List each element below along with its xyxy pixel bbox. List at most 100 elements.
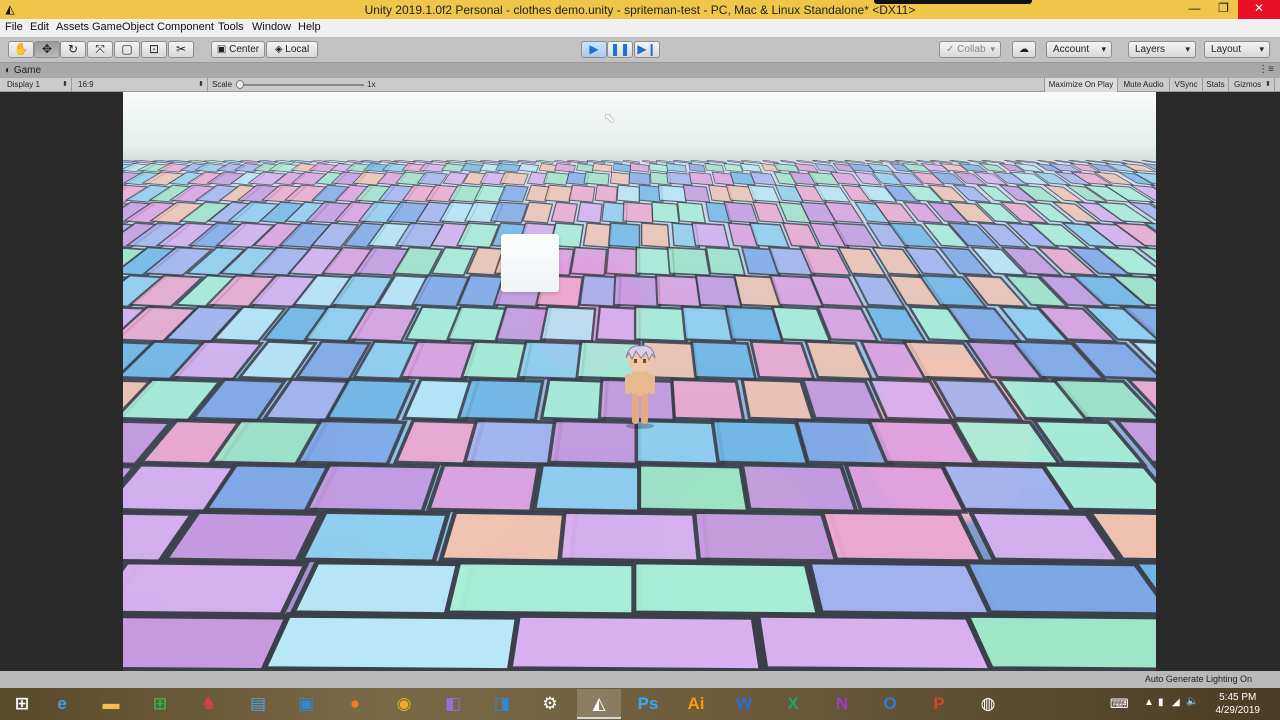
move-tool-icon[interactable]: ✥ (34, 41, 60, 58)
floor-tile (676, 201, 707, 224)
mute-audio-toggle[interactable]: Mute Audio (1118, 78, 1170, 92)
tab-game[interactable]: ◐ Game (5, 63, 41, 78)
clock[interactable]: 5:45 PM 4/29/2019 (1216, 691, 1261, 717)
account-dropdown[interactable]: Account (1046, 41, 1112, 58)
floor-tile (592, 163, 613, 173)
rotate-tool-icon[interactable]: ↻ (60, 41, 86, 58)
floor-tile (706, 160, 728, 164)
file-explorer-icon[interactable]: ▬ (89, 689, 133, 719)
obs-icon[interactable]: ◍ (966, 689, 1010, 719)
onenote-icon[interactable]: N (820, 689, 864, 719)
powerpoint-icon[interactable]: P (917, 689, 961, 719)
chrome-icon[interactable]: ◉ (382, 689, 426, 719)
floor-tile (517, 163, 540, 173)
stats-toggle[interactable]: Stats (1203, 78, 1229, 92)
gizmos-dropdown[interactable]: Gizmos (1229, 78, 1275, 92)
layout-dropdown[interactable]: Layout (1204, 41, 1270, 58)
layers-dropdown[interactable]: Layers (1128, 41, 1196, 58)
app-icon-red[interactable]: ♞ (187, 689, 231, 719)
floor-tile (642, 160, 658, 164)
gizmos-label: Gizmos (1234, 80, 1262, 89)
menu-tools[interactable]: Tools (218, 21, 244, 33)
windows-start-icon[interactable]: ⊞ (0, 689, 44, 719)
rect-tool-icon[interactable]: ▢ (114, 41, 140, 58)
floor-tile (637, 462, 751, 514)
photoshop-icon[interactable]: Ps (626, 689, 670, 719)
floor-tile (123, 559, 311, 618)
menu-help[interactable]: Help (298, 21, 321, 33)
skybox (123, 92, 1156, 167)
network-icon[interactable]: ◢ (1172, 697, 1180, 708)
vsync-toggle[interactable]: VSync (1170, 78, 1203, 92)
floor-tile (576, 163, 595, 173)
pause-button[interactable]: ❚❚ (607, 41, 633, 58)
pivot-space-button[interactable]: ◈ Local (266, 41, 318, 58)
maximize-on-play-toggle[interactable]: Maximize On Play (1044, 78, 1118, 92)
floor-tile (568, 184, 596, 203)
mouse-cursor-icon: ⬉ (604, 110, 615, 125)
white-cube (501, 234, 559, 292)
main-toolbar: ✋ ✥ ↻ ⤧ ▢ ⊡ ✂ ▣ Center ◈ Local ▶ ❚❚ ▶❙ ✓… (0, 37, 1280, 63)
scale-slider-handle[interactable] (236, 80, 244, 89)
tray-expand-icon[interactable]: ▲ (1144, 697, 1154, 708)
minimize-button[interactable]: — (1180, 0, 1209, 19)
play-button[interactable]: ▶ (581, 41, 607, 58)
notepad-icon[interactable]: ▤ (236, 689, 280, 719)
floor-tile (628, 171, 651, 186)
vscode-icon[interactable]: ◨ (480, 689, 524, 719)
maximize-button[interactable]: ❐ (1209, 0, 1238, 19)
game-viewport[interactable]: ⬉ (123, 92, 1156, 671)
step-button[interactable]: ▶❙ (634, 41, 660, 58)
cloud-icon[interactable]: ☁ (1012, 41, 1036, 58)
display-dropdown[interactable]: Display 1 (0, 78, 72, 92)
tab-game-label: Game (13, 65, 42, 76)
menu-edit[interactable]: Edit (30, 21, 49, 33)
floor-tile (803, 339, 874, 381)
floor-tile (640, 222, 671, 249)
collab-button[interactable]: ✓ Collab (939, 41, 1001, 58)
keyboard-icon[interactable]: ⌨ (1110, 696, 1129, 712)
remote-desktop-icon[interactable]: ▣ (284, 689, 328, 719)
firefox-icon[interactable]: ● (333, 689, 377, 719)
visual-studio-icon[interactable]: ◧ (431, 689, 475, 719)
scale-slider-track[interactable] (240, 84, 364, 86)
menu-component[interactable]: Component (157, 21, 214, 33)
tab-menu-icon[interactable]: ⋮≡ (1258, 64, 1274, 75)
volume-icon[interactable]: 🔈 (1186, 696, 1198, 707)
game-tab-icon: ◐ (5, 65, 14, 76)
unity-icon[interactable]: ◭ (577, 689, 621, 719)
game-tab-bar: ◐ Game ⋮≡ (0, 63, 1280, 78)
store-icon[interactable]: ⊞ (138, 689, 182, 719)
hand-tool-icon[interactable]: ✋ (8, 41, 34, 58)
transform-tool-icon[interactable]: ⊡ (141, 41, 167, 58)
floor-tile (554, 163, 576, 173)
menu-window[interactable]: Window (252, 21, 291, 33)
close-button[interactable]: ✕ (1238, 0, 1280, 19)
internet-explorer-icon[interactable]: e (40, 689, 84, 719)
menu-assets[interactable]: Assets (56, 21, 89, 33)
aspect-dropdown[interactable]: 16:9 (72, 78, 208, 92)
floor-tile (704, 163, 725, 173)
scale-tool-icon[interactable]: ⤧ (87, 41, 113, 58)
power-icon[interactable]: ▮ (1158, 697, 1164, 708)
menu-file[interactable]: File (5, 21, 23, 33)
custom-tool-icon[interactable]: ✂ (168, 41, 194, 58)
excel-icon[interactable]: X (771, 689, 815, 719)
floor-tile (594, 184, 618, 203)
floor-tile (516, 160, 537, 164)
floor-tile (691, 222, 731, 249)
space-icon: ◈ (274, 44, 286, 55)
floor-tile (651, 201, 680, 224)
menu-gameobject[interactable]: GameObject (92, 21, 154, 33)
floor-tile (359, 160, 383, 164)
outlook-icon[interactable]: O (868, 689, 912, 719)
steam-icon[interactable]: ⚙ (528, 689, 572, 719)
floor-tile (506, 612, 765, 671)
word-icon[interactable]: W (722, 689, 766, 719)
floor-tile (657, 184, 687, 203)
menu-bar: File Edit Assets GameObject Component To… (0, 19, 1280, 37)
floor-tile (740, 160, 763, 164)
illustrator-icon[interactable]: Ai (674, 689, 718, 719)
floor-tile (795, 160, 815, 164)
pivot-center-button[interactable]: ▣ Center (211, 41, 265, 58)
